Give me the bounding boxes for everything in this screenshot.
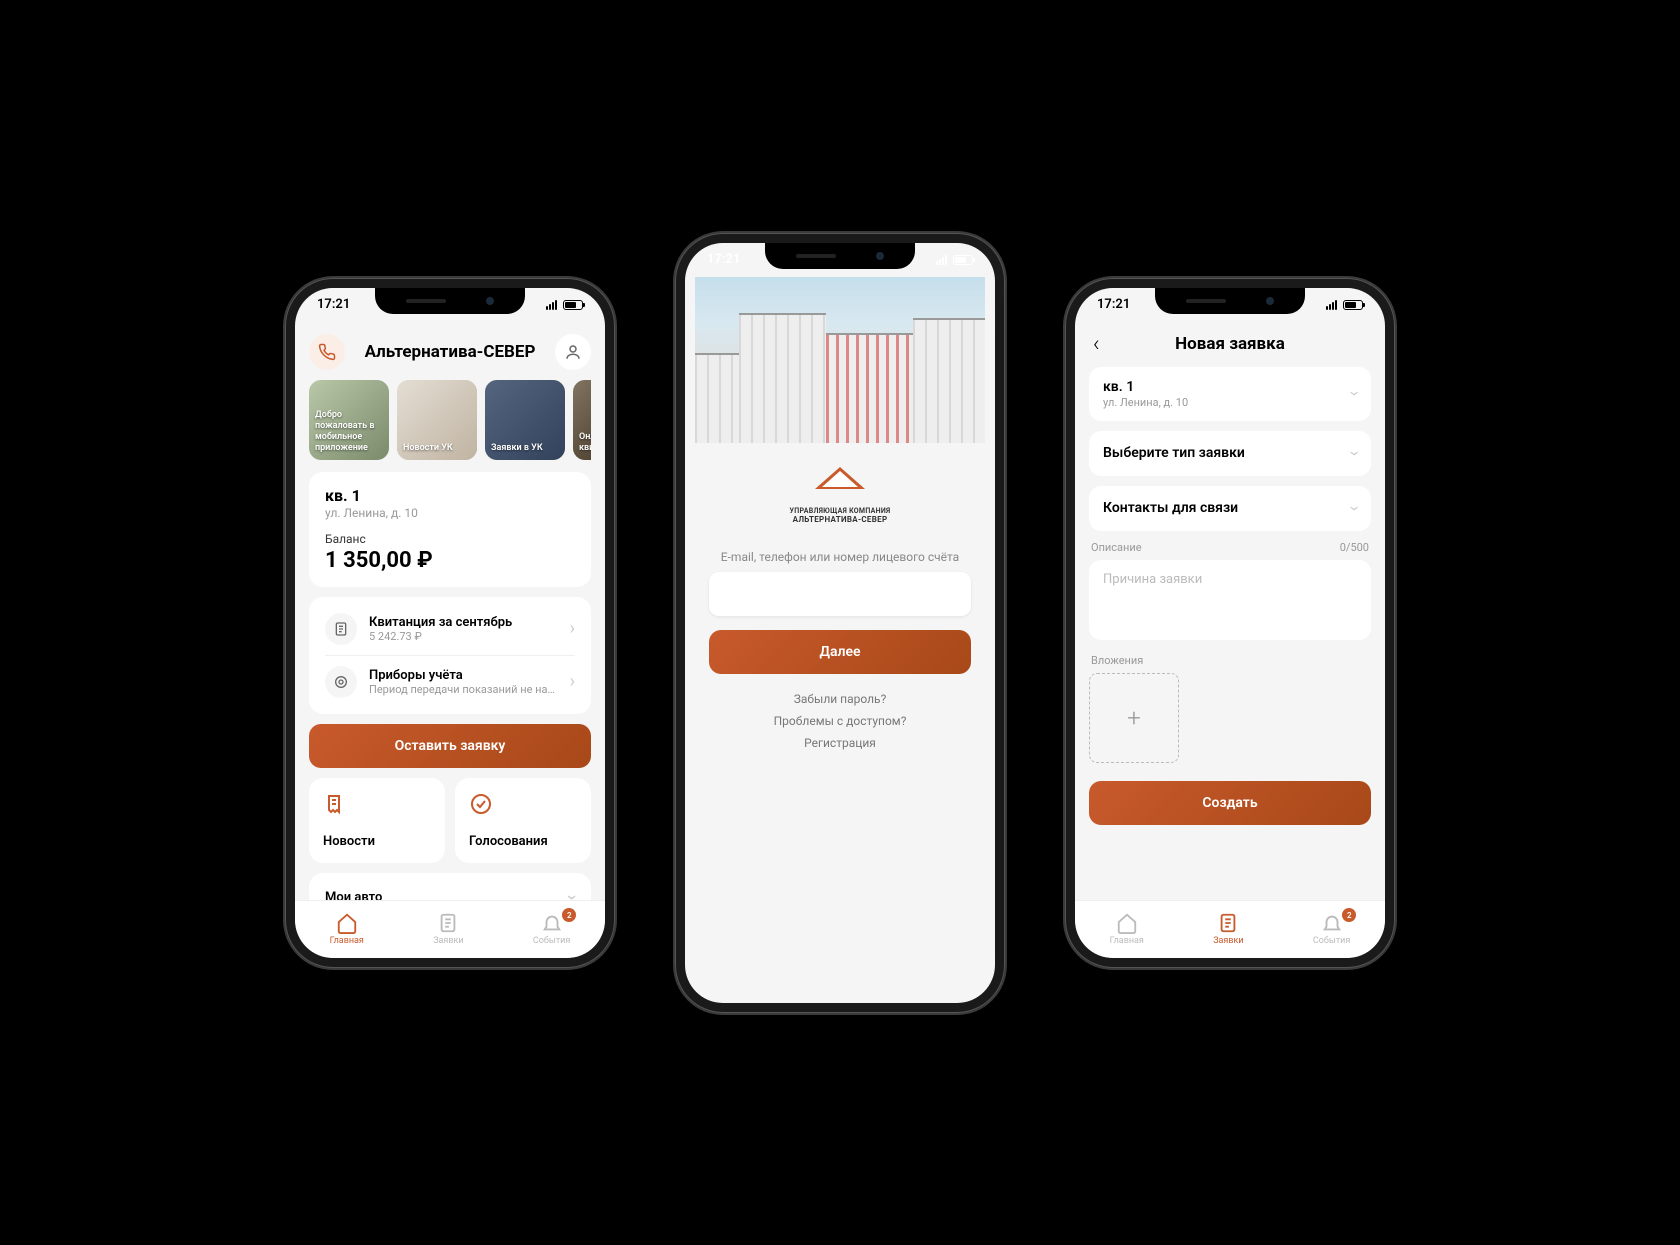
home-icon <box>1116 912 1138 934</box>
check-icon <box>469 792 493 816</box>
status-time: 17:21 <box>707 252 740 267</box>
news-icon <box>323 792 347 816</box>
call-button[interactable] <box>309 334 345 370</box>
attachments-label: Вложения <box>1091 654 1143 667</box>
chevron-down-icon: › <box>1344 450 1365 455</box>
battery-icon <box>1343 300 1363 310</box>
cars-card[interactable]: Мои авто › <box>309 873 591 900</box>
meter-icon <box>333 674 349 690</box>
company-logo: УПРАВЛЯЮЩАЯ КОМПАНИЯ АЛЬТЕРНАТИВА-СЕВЕР <box>709 443 971 532</box>
news-card[interactable]: Новости <box>309 778 445 863</box>
apartment-title: кв. 1 <box>325 486 575 505</box>
login-label: E-mail, телефон или номер лицевого счёта <box>709 550 971 564</box>
create-button[interactable]: Создать <box>1089 781 1371 825</box>
story-card[interactable]: Заявки в УК <box>485 380 565 460</box>
battery-icon <box>953 255 973 265</box>
story-card[interactable]: Онл квит <box>573 380 591 460</box>
status-time: 17:21 <box>317 297 350 312</box>
bell-icon <box>541 912 563 934</box>
chevron-down-icon: › <box>562 894 583 899</box>
apartment-address: ул. Ленина, д. 10 <box>325 506 575 520</box>
apartment-selector[interactable]: кв. 1 ул. Ленина, д. 10 › <box>1089 367 1371 421</box>
phone-home: 17:21 Альтернатива-СЕВЕР Добро пож <box>285 278 615 968</box>
forgot-password-link[interactable]: Забыли пароль? <box>709 692 971 706</box>
request-button[interactable]: Оставить заявку <box>309 724 591 768</box>
story-card[interactable]: Новости УК <box>397 380 477 460</box>
hero-image <box>695 277 985 443</box>
events-badge: 2 <box>1342 908 1356 922</box>
story-card[interactable]: Добро пожаловать в мобильное приложение <box>309 380 389 460</box>
notch <box>1155 288 1305 314</box>
description-label: Описание <box>1091 541 1142 554</box>
receipt-icon <box>333 621 349 637</box>
balance-label: Баланс <box>325 532 575 546</box>
signal-icon <box>1326 300 1337 310</box>
chevron-down-icon: › <box>1344 505 1365 510</box>
meters-row[interactable]: Приборы учётаПериод передачи показаний н… <box>325 655 575 708</box>
page-title: Новая заявка <box>1121 334 1339 354</box>
signal-icon <box>936 255 947 265</box>
invoice-row[interactable]: Квитанция за сентябрь5 242.73 ₽ › <box>325 603 575 655</box>
back-button[interactable]: ‹ <box>1093 332 1121 357</box>
phone-new-request: 17:21 ‹ Новая заявка кв. 1 ул. Ленина, д… <box>1065 278 1395 968</box>
description-counter: 0/500 <box>1340 541 1369 554</box>
tab-events[interactable]: События 2 <box>1313 912 1350 946</box>
document-icon <box>1217 912 1239 934</box>
access-problems-link[interactable]: Проблемы с доступом? <box>709 714 971 728</box>
notch <box>375 288 525 314</box>
home-icon <box>336 912 358 934</box>
votes-card[interactable]: Голосования <box>455 778 591 863</box>
register-link[interactable]: Регистрация <box>709 736 971 750</box>
shortcuts-card: Квитанция за сентябрь5 242.73 ₽ › Прибор… <box>309 597 591 714</box>
phone-login: 17:21 УПРАВЛЯЮЩАЯ КОМПАНИЯ <box>675 233 1005 1013</box>
battery-icon <box>563 300 583 310</box>
stories-row[interactable]: Добро пожаловать в мобильное приложение … <box>309 380 591 460</box>
notch <box>765 243 915 269</box>
chevron-right-icon: › <box>570 618 575 639</box>
add-attachment-button[interactable]: + <box>1089 673 1179 763</box>
document-icon <box>437 912 459 934</box>
chevron-down-icon: › <box>1344 391 1365 396</box>
tab-requests[interactable]: Заявки <box>1213 912 1243 946</box>
tab-bar: Главная Заявки События 2 <box>1075 900 1385 958</box>
chevron-right-icon: › <box>570 671 575 692</box>
signal-icon <box>546 300 557 310</box>
profile-button[interactable] <box>555 334 591 370</box>
events-badge: 2 <box>562 908 576 922</box>
user-icon <box>564 343 582 361</box>
tab-events[interactable]: События 2 <box>533 912 570 946</box>
login-input[interactable] <box>709 572 971 616</box>
contacts-selector[interactable]: Контакты для связи › <box>1089 486 1371 531</box>
next-button[interactable]: Далее <box>709 630 971 674</box>
app-title: Альтернатива-СЕВЕР <box>365 342 536 362</box>
tab-home[interactable]: Главная <box>330 912 364 946</box>
bell-icon <box>1321 912 1343 934</box>
balance-value: 1 350,00 ₽ <box>325 548 575 573</box>
request-type-selector[interactable]: Выберите тип заявки › <box>1089 431 1371 476</box>
description-textarea[interactable]: Причина заявки <box>1089 560 1371 640</box>
tab-requests[interactable]: Заявки <box>433 912 463 946</box>
tab-bar: Главная Заявки События 2 <box>295 900 605 958</box>
account-card: кв. 1 ул. Ленина, д. 10 Баланс 1 350,00 … <box>309 472 591 587</box>
tab-home[interactable]: Главная <box>1110 912 1144 946</box>
status-time: 17:21 <box>1097 297 1130 312</box>
phone-icon <box>318 343 336 361</box>
